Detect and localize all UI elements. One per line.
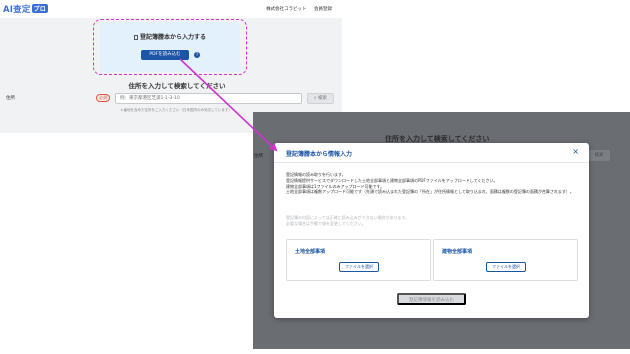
modal-divider: [274, 162, 589, 163]
top-header: AI查定 プロ 株式会社コラビット 会員登録: [0, 0, 342, 18]
backdrop-search-button: 検索: [588, 150, 610, 161]
note-line: 必要な場合は手動で値を変更してください。: [286, 220, 366, 226]
search-button[interactable]: ⌕ 検索: [307, 93, 334, 104]
land-records-card: 土地全部事項 ファイルを選択: [286, 239, 431, 281]
required-badge: 必須: [96, 94, 110, 102]
backdrop-address-label: 住所: [254, 154, 263, 159]
land-file-select-button[interactable]: ファイルを選択: [339, 262, 379, 272]
modal-title: 登記簿謄本から情報入力: [286, 151, 353, 158]
land-records-title: 土地全部事項: [295, 249, 326, 255]
modal-description: 登記情報の読み取りを行います。 登記情報提供サービスでダウンロードした土地全部事…: [286, 172, 581, 195]
close-icon[interactable]: ×: [572, 148, 579, 156]
building-records-card: 建物全部事項 ファイルを選択: [433, 239, 578, 281]
header-link-company[interactable]: 株式会社コラビット: [266, 7, 307, 12]
modal-notes: 登記簿の内容によっては正確に読み込みができない場合があります。 必要な場合は手動…: [286, 215, 581, 227]
building-file-select-button[interactable]: ファイルを選択: [486, 262, 526, 272]
address-hint: ＊番地を含めた住所をご入力ください（日本国内のみ対応しています）: [120, 108, 232, 112]
address-input[interactable]: [115, 93, 302, 104]
header-links: 株式会社コラビット 会員登録: [260, 6, 332, 12]
load-registry-button[interactable]: 登記簿情報を読み込む: [397, 293, 466, 305]
highlight-annotation-box: [93, 19, 247, 75]
description-line: 土地全部事項は複数アップロード可能です（先頭で読み込まれた登記簿の「所在」が住所…: [286, 189, 574, 195]
app-logo[interactable]: AI查定 プロ: [3, 3, 48, 15]
building-records-title: 建物全部事項: [442, 249, 473, 255]
registry-input-modal: 登記簿謄本から情報入力 × 登記情報の読み取りを行います。 登記情報提供サービス…: [274, 143, 589, 318]
address-label: 住所: [6, 96, 15, 101]
header-link-register[interactable]: 会員登録: [314, 7, 332, 12]
search-heading: 住所を入力して検索してください: [128, 82, 226, 90]
